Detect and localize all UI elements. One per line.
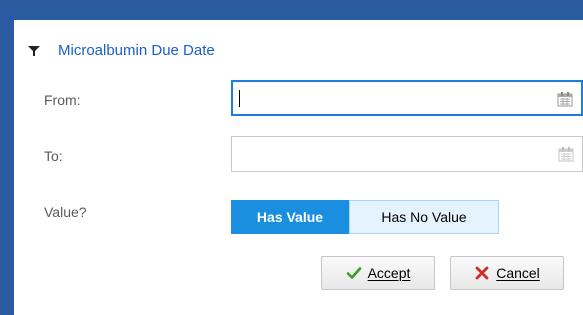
has-value-toggle[interactable]: Has Value (231, 200, 349, 234)
filter-panel: Microalbumin Due Date From: To: Value? H… (14, 20, 583, 315)
filter-title: Microalbumin Due Date (58, 42, 215, 59)
filter-icon (28, 45, 40, 56)
x-icon (475, 266, 489, 280)
filter-header[interactable]: Microalbumin Due Date (28, 42, 215, 59)
accept-button[interactable]: Accept (321, 256, 435, 290)
cancel-button[interactable]: Cancel (450, 256, 564, 290)
to-date-input[interactable] (231, 136, 583, 172)
has-no-value-toggle[interactable]: Has No Value (349, 200, 499, 234)
value-label: Value? (44, 204, 87, 220)
to-label: To: (44, 148, 63, 164)
text-caret (239, 90, 240, 107)
calendar-icon[interactable] (557, 91, 573, 107)
cancel-label: Cancel (496, 265, 540, 281)
from-date-input[interactable] (231, 80, 583, 116)
calendar-icon[interactable] (558, 146, 574, 162)
from-label: From: (44, 92, 81, 108)
accept-label: Accept (367, 265, 411, 281)
check-icon (346, 267, 361, 279)
